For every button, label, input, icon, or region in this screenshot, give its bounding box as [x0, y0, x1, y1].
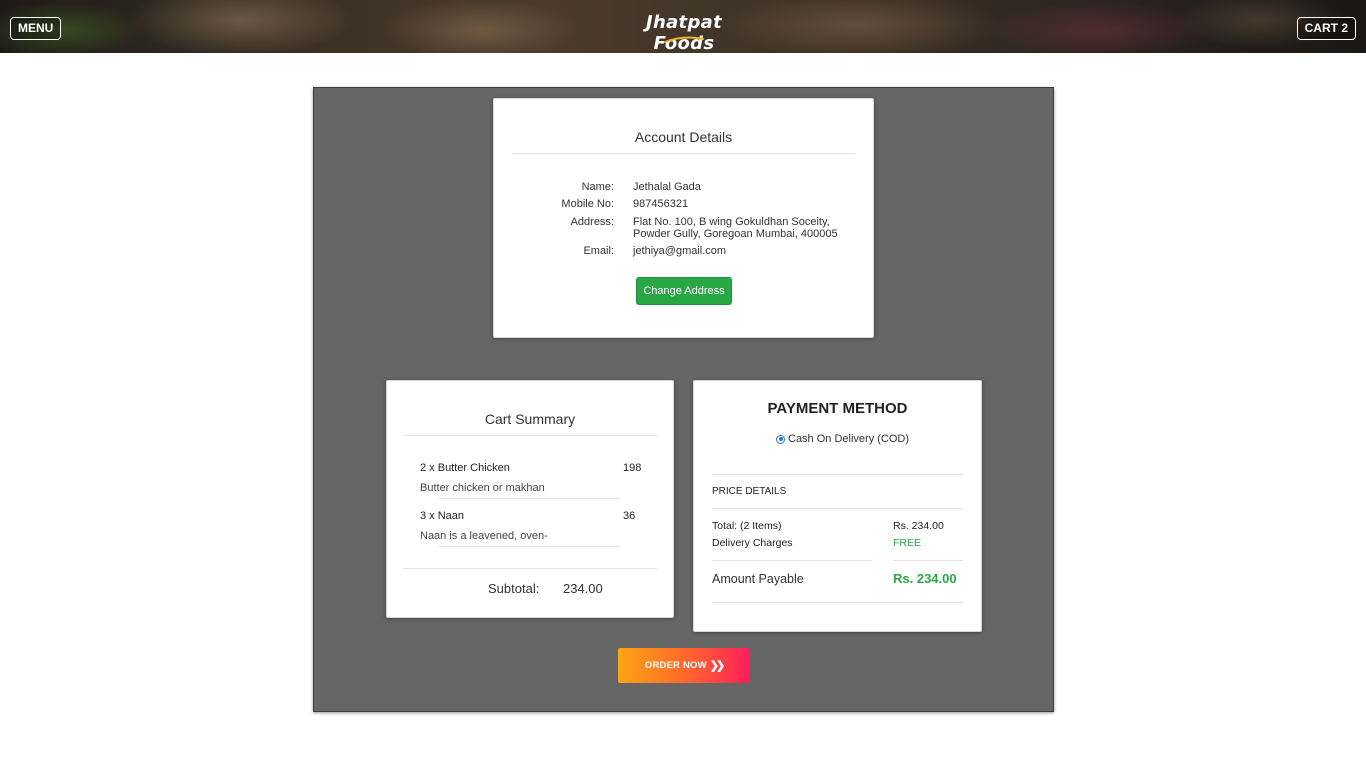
email-label: Email: [583, 245, 614, 257]
amount-payable-value: Rs. 234.00 [893, 571, 957, 586]
account-details-card: Account Details Name: Jethalal Gada Mobi… [493, 98, 874, 338]
menu-button[interactable]: MENU [10, 17, 62, 40]
total-label: Total: (2 Items) [712, 520, 782, 532]
divider [712, 508, 963, 509]
subtotal-value: 234.00 [563, 581, 603, 596]
change-address-button[interactable]: Change Address [636, 277, 732, 305]
divider [712, 560, 872, 561]
cart-item-description: Butter chicken or makhan [420, 482, 545, 494]
cart-item-name: 3 x Naan [420, 510, 465, 522]
cart-item-price: 36 [623, 510, 636, 522]
email-value: jethiya@gmail.com [633, 245, 727, 257]
delivery-charges-value: FREE [893, 537, 922, 549]
cart-item-name: 2 x Butter Chicken [420, 462, 510, 474]
divider [512, 153, 855, 154]
address-label: Address: [570, 216, 614, 228]
subtotal-label: Subtotal: [488, 581, 540, 596]
total-value: Rs. 234.00 [893, 520, 944, 532]
order-now-label: ORDER NOW [644, 660, 707, 671]
logo-swoosh-icon [664, 36, 704, 43]
amount-payable-label: Amount Payable [712, 572, 804, 586]
brand-logo-text: Jhatpat Foods [646, 12, 722, 53]
mobile-label: Mobile No: [561, 198, 614, 210]
cart-item-description: Naan is a leavened, oven- [420, 530, 548, 542]
site-header: MENU Jhatpat Foods CART 2 [0, 0, 1366, 53]
price-details-heading: PRICE DETAILS [712, 486, 787, 497]
cod-option[interactable]: Cash On Delivery (COD) [776, 433, 909, 445]
divider [403, 568, 657, 569]
double-chevron-right-icon: ❯❯ [709, 660, 726, 672]
menu-button-label: MENU [18, 21, 54, 35]
payment-method-card: PAYMENT METHOD Cash On Delivery (COD) PR… [693, 380, 982, 632]
divider [712, 474, 963, 475]
name-value: Jethalal Gada [633, 181, 701, 193]
divider [893, 560, 963, 561]
divider [712, 602, 963, 603]
divider [438, 498, 620, 499]
account-details-title: Account Details [634, 129, 733, 145]
name-label: Name: [581, 181, 614, 193]
cart-count: 2 [1341, 21, 1348, 35]
mobile-value: 987456321 [633, 198, 689, 210]
divider [403, 435, 657, 436]
address-value: Flat No. 100, B wing Gokuldhan Soceity, … [633, 216, 838, 240]
cod-radio[interactable] [776, 434, 785, 444]
cart-button-label: CART [1304, 21, 1338, 35]
delivery-charges-label: Delivery Charges [712, 537, 793, 549]
cart-summary-card: Cart Summary 2 x Butter Chicken 198 Butt… [386, 380, 674, 618]
divider [438, 546, 620, 547]
cod-option-label: Cash On Delivery (COD) [788, 433, 910, 445]
cart-button[interactable]: CART 2 [1296, 17, 1356, 40]
cart-item-price: 198 [623, 462, 642, 474]
cart-summary-title: Cart Summary [484, 411, 576, 427]
order-now-button[interactable]: ORDER NOW ❯❯ [618, 648, 749, 683]
payment-method-title: PAYMENT METHOD [767, 400, 908, 417]
